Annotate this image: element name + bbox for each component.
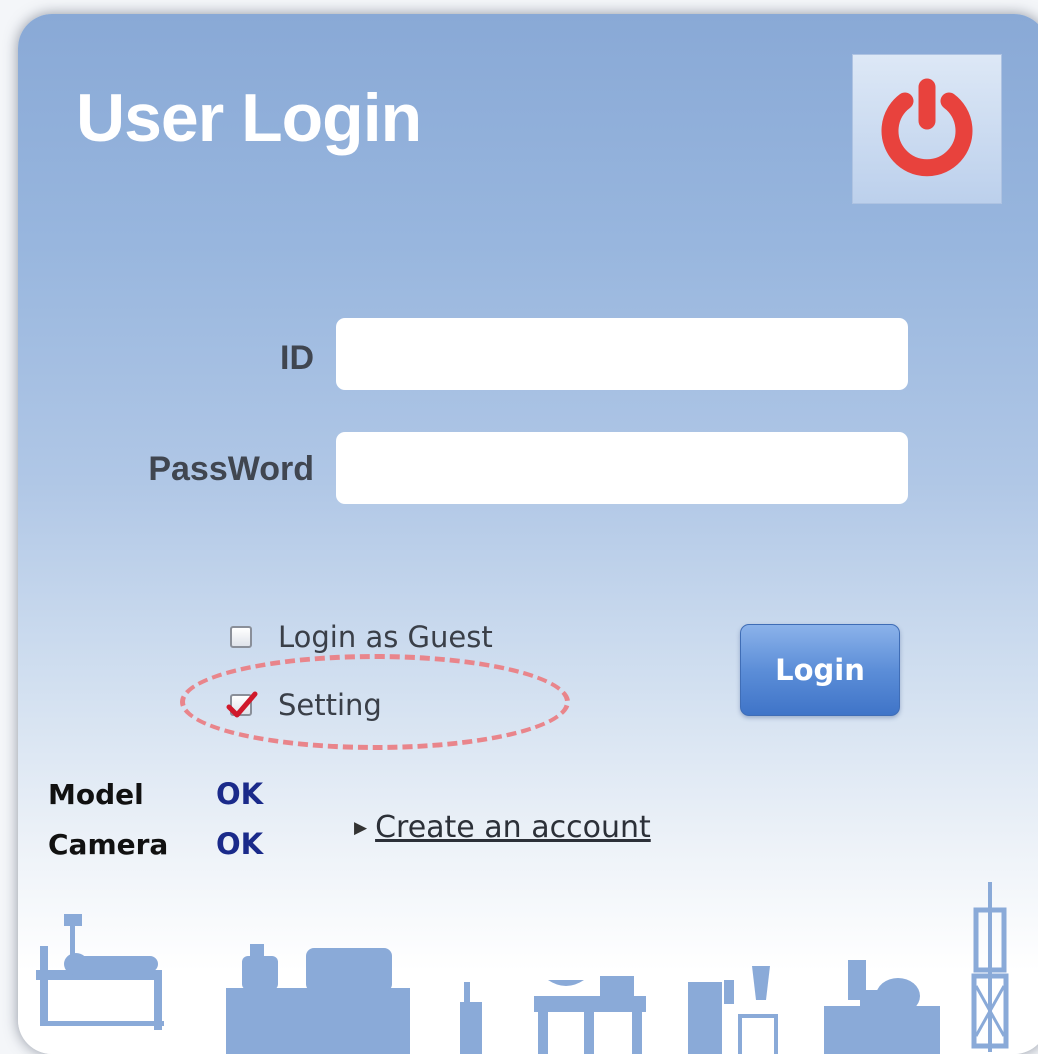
machine-icon (824, 960, 940, 1054)
create-account-label: Create an account (375, 810, 651, 845)
setting-option[interactable]: Setting (226, 688, 382, 722)
bed-icon (36, 914, 164, 1030)
setting-checkbox[interactable] (226, 691, 258, 718)
guest-label: Login as Guest (278, 620, 493, 654)
create-account-link[interactable]: ▶ Create an account (354, 810, 651, 845)
setting-label: Setting (278, 688, 382, 722)
guest-checkbox[interactable] (230, 626, 252, 648)
login-as-guest-option[interactable]: Login as Guest (230, 620, 493, 654)
page-title: User Login (76, 80, 422, 156)
camera-label: Camera (48, 828, 169, 861)
id-field[interactable] (336, 318, 908, 390)
triangle-icon: ▶ (354, 817, 368, 837)
power-button[interactable] (852, 54, 1002, 204)
workstation-icon (534, 976, 646, 1054)
login-panel: User Login ID PassWord Login as Guest Se… (18, 14, 1038, 1054)
power-icon (875, 75, 979, 184)
device-icon (460, 982, 482, 1054)
tower-icon (971, 882, 1009, 1052)
model-status: OK (216, 777, 264, 811)
model-label: Model (48, 778, 144, 811)
id-label: ID (280, 339, 314, 377)
login-button[interactable]: Login (740, 624, 900, 716)
medical-equipment-silhouettes (36, 882, 1009, 1054)
cabinet-icon (688, 966, 778, 1054)
camera-status: OK (216, 827, 264, 861)
password-label: PassWord (148, 450, 314, 488)
password-field[interactable] (336, 432, 908, 504)
checkmark-icon (226, 691, 258, 718)
